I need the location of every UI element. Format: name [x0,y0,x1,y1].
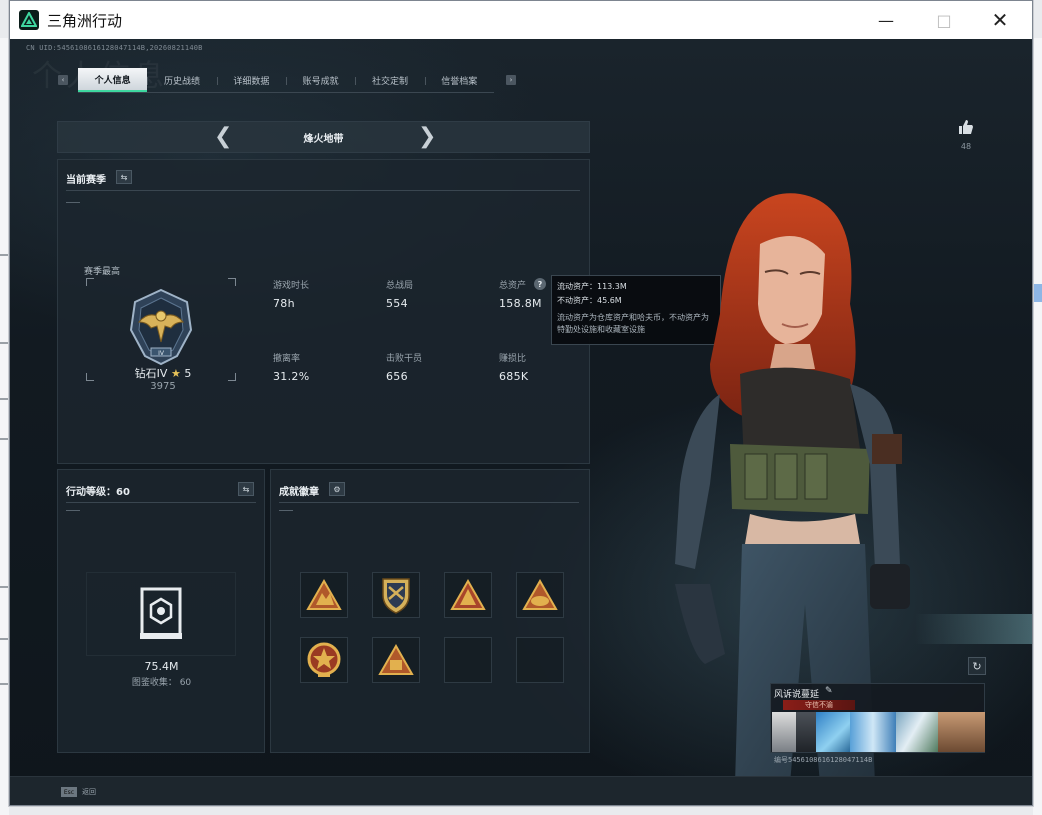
stat-profit-loss: 赚损比 685K [499,354,529,383]
player-card[interactable]: 风诉说蔓延 ✎ 守信不渝 [770,683,985,753]
player-name: 风诉说蔓延 [774,690,820,700]
mode-selector: ❮ 烽火地带 ❯ [57,121,590,153]
tab-next-button[interactable]: › [506,75,516,85]
stat-extraction-rate: 撤离率 31.2% [273,354,310,383]
tab-reputation[interactable]: 信誉档案 [424,68,494,92]
player-banner-image [772,712,985,752]
tab-social[interactable]: 社交定制 [355,68,424,92]
frame-corner [228,278,236,286]
player-id: 编号5456108616128047114B [774,756,873,764]
light-glow [915,614,1032,644]
thumbs-up-icon [959,120,973,134]
refresh-icon[interactable]: ↻ [968,657,986,675]
badge-slot[interactable] [444,572,492,618]
divider [66,502,256,503]
divider-dash [66,510,80,511]
stat-matches: 总战局 554 [386,281,414,310]
rank-score: 3975 [150,381,176,392]
tab-profile[interactable]: 个人信息 [78,68,148,92]
tab-history[interactable]: 历史战绩 [147,68,216,92]
triangle-badge-icon [306,579,342,610]
game-screen: CN UID:5456108616128047114B,20260821140B… [10,39,1032,805]
maximize-button[interactable]: □ [916,1,972,39]
season-title: 当前赛季 [66,175,106,186]
triangle-badge-icon [378,644,414,675]
edit-icon[interactable]: ✎ [825,686,833,696]
star-medal-icon [307,642,341,677]
badge-slot-empty[interactable] [444,637,492,683]
minimize-button[interactable]: — [858,1,914,39]
mode-next-button[interactable]: ❯ [418,126,436,148]
title-bar: 三角洲行动 — □ ✕ [10,1,1032,39]
badge-slot[interactable] [372,637,420,683]
triangle-badge-icon [450,579,486,610]
rank-badge-icon: IV [129,288,193,366]
triangle-badge-icon [522,579,558,610]
close-button[interactable]: ✕ [972,1,1028,39]
season-panel: 当前赛季 ⇆ 赛季最高 IV 钻石IV ★ 5 3975 游戏时长 78h 总战… [57,159,590,464]
like-count: 48 [960,142,972,151]
collection-label: 图鉴收集： 60 [131,678,192,688]
divider-dash [66,202,80,203]
rank-name: 钻石IV ★ 5 [134,367,192,380]
help-icon[interactable]: ? [534,278,546,290]
like-button[interactable] [956,119,976,139]
stat-kills: 击败干员 656 [386,354,423,383]
shield-badge-icon [382,578,410,614]
background-page-right [1033,38,1042,815]
back-label: 返回 [82,788,96,796]
badge-slot[interactable] [300,572,348,618]
frame-corner [86,278,94,286]
stat-playtime: 游戏时长 78h [273,281,310,310]
divider [66,190,580,191]
player-tag: 守信不渝 [783,700,855,710]
divider-dash [279,510,293,511]
collection-value: 75.4M [144,660,179,673]
collection-icon [140,587,182,639]
bottom-bar: Esc 返回 [10,776,1032,805]
app-logo-icon [19,10,39,30]
window-title: 三角洲行动 [47,11,123,30]
level-panel: 行动等级：60 ⇆ 75.4M 图鉴收集： 60 [57,469,265,753]
tab-achievements[interactable]: 账号成就 [285,68,355,92]
badge-slot[interactable] [372,572,420,618]
badges-settings-button[interactable]: ⚙ [329,482,345,496]
badges-title: 成就徽章 [279,487,319,498]
badges-panel: 成就徽章 ⚙ [270,469,590,753]
mode-label: 烽火地带 [303,133,344,145]
background-page-left [0,38,9,815]
season-switch-button[interactable]: ⇆ [116,170,132,184]
tab-details[interactable]: 详细数据 [216,68,286,92]
frame-corner [86,373,94,381]
tab-prev-button[interactable]: ‹ [58,75,68,85]
app-window: 三角洲行动 — □ ✕ CN UID:5456108616128047114B,… [9,0,1033,806]
badge-slot[interactable] [300,637,348,683]
badge-slot[interactable] [516,572,564,618]
tab-bar: 个人信息 历史战绩 详细数据 账号成就 社交定制 信誉档案 [78,68,494,93]
esc-key-hint[interactable]: Esc [61,787,77,797]
frame-corner [228,373,236,381]
mode-prev-button[interactable]: ❮ [214,126,232,148]
svg-text:IV: IV [158,350,165,357]
badge-slot-empty[interactable] [516,637,564,683]
level-switch-button[interactable]: ⇆ [238,482,254,496]
star-icon: ★ [170,367,181,380]
level-title: 行动等级：60 [66,487,130,498]
divider [279,502,579,503]
season-best-label: 赛季最高 [84,267,121,277]
